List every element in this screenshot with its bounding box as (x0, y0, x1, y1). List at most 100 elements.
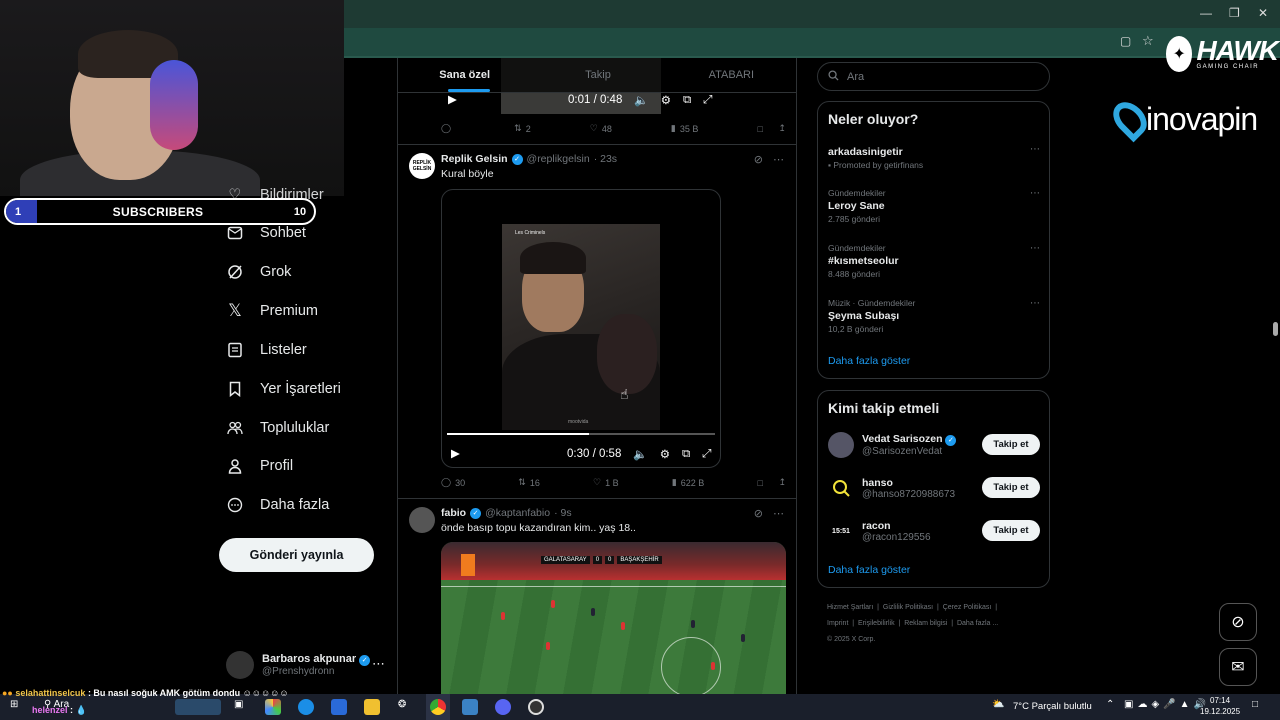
nav-item-bookmarks[interactable]: Yer İşaretleri (226, 380, 341, 398)
follow-button[interactable]: Takip et (982, 520, 1040, 541)
retweet-button[interactable]: ⇅ 2 (514, 123, 531, 134)
minimize-icon[interactable]: — (1200, 6, 1212, 20)
play-icon[interactable]: ▶ (451, 446, 460, 460)
pip-icon[interactable]: ⧉ (683, 94, 691, 107)
grok-icon[interactable]: ⊘ (754, 153, 763, 166)
tab-for-you[interactable]: Sana özel (398, 58, 531, 92)
follow-suggestion[interactable]: Vedat Sarisozen ✓ @SarisozenVedat Takip … (828, 428, 1040, 462)
avatar[interactable] (409, 507, 435, 533)
account-more-icon[interactable]: ⋯ (372, 656, 385, 672)
notification-icon[interactable]: □ (1252, 699, 1258, 710)
nav-item-chat[interactable]: Sohbet (226, 224, 306, 242)
pip-icon[interactable]: ⧉ (682, 448, 690, 461)
nav-item-grok[interactable]: Grok (226, 263, 291, 281)
fullscreen-icon[interactable]: ⤢ (702, 448, 711, 461)
tweet-author-handle[interactable]: @replikgelsin (527, 153, 590, 165)
fullscreen-icon[interactable]: ⤢ (703, 94, 712, 107)
browser-address-bar[interactable]: ▢ ☆ (344, 28, 1280, 56)
tweet-video[interactable]: Les Criminels mootvida ▶ 0:30 / 0:58 🔈 ⚙… (441, 189, 721, 468)
more-icon[interactable]: ⋯ (1030, 243, 1040, 254)
like-button[interactable]: ♡ 1 B (593, 477, 619, 488)
follow-button[interactable]: Takip et (982, 477, 1040, 498)
task-view-icon[interactable]: ▣ (234, 699, 243, 710)
nav-item-communities[interactable]: Topluluklar (226, 419, 329, 437)
more-icon[interactable]: ⋯ (773, 507, 784, 520)
like-button[interactable]: ♡ 48 (590, 123, 612, 134)
trend-item[interactable]: Gündemdekiler #kısmetseolur 8.488 gönder… (828, 243, 1040, 279)
tweet-author-name[interactable]: fabio (441, 507, 466, 519)
edge-icon[interactable] (298, 699, 314, 715)
post-button[interactable]: Gönderi yayınla (219, 538, 374, 572)
trends-show-more-link[interactable]: Daha fazla göster (828, 355, 910, 367)
footer-link[interactable]: Hizmet Şartları (827, 604, 873, 611)
chrome-icon[interactable] (430, 699, 446, 715)
account-switcher[interactable]: Barbaros akpunar ✓ @Prenshydronn (226, 648, 386, 682)
tweet-time[interactable]: · 9s (554, 507, 572, 519)
footer-link[interactable]: Imprint (827, 620, 848, 627)
tab-following[interactable]: Takip (531, 58, 664, 92)
tweet-video-football[interactable]: GALATASARAY 0 0 BAŞAKŞEHİR (441, 542, 786, 694)
retweet-button[interactable]: ⇅ 16 (518, 477, 540, 488)
grok-icon[interactable]: ⊘ (754, 507, 763, 520)
nav-item-lists[interactable]: Listeler (226, 341, 307, 359)
grok-float-button[interactable]: ⊘ (1219, 603, 1257, 641)
close-icon[interactable]: ✕ (1258, 6, 1268, 20)
app-icon[interactable]: ❂ (398, 699, 406, 710)
tray-icons[interactable]: ▣☁◈🎤▲🔊 (1124, 699, 1210, 710)
footer-link[interactable]: Erişilebilirlik (858, 620, 895, 627)
app-icon[interactable] (462, 699, 478, 715)
store-icon[interactable] (331, 699, 347, 715)
footer-link[interactable]: Reklam bilgisi (904, 620, 947, 627)
who-to-follow-show-more-link[interactable]: Daha fazla göster (828, 564, 910, 576)
video-progress-bar[interactable] (447, 433, 715, 435)
settings-icon[interactable]: ⚙ (661, 93, 671, 107)
search-input[interactable]: Ara (817, 62, 1050, 91)
footer-link[interactable]: Gizlilik Politikası (883, 604, 933, 611)
tray-chevron-icon[interactable]: ⌃ (1106, 699, 1114, 710)
messages-float-button[interactable]: ✉ (1219, 648, 1257, 686)
discord-icon[interactable] (495, 699, 511, 715)
bookmark-star-icon[interactable]: ☆ (1142, 33, 1154, 49)
bookmark-icon[interactable]: □ (757, 478, 762, 488)
start-icon[interactable]: ⊞ (10, 699, 18, 710)
share-icon[interactable]: ↥ (778, 123, 786, 134)
tweet-time[interactable]: · 23s (594, 153, 617, 165)
trend-item[interactable]: Gündemdekiler Leroy Sane 2.785 gönderi ⋯ (828, 188, 1040, 224)
tab-atabari[interactable]: ATABARI (665, 58, 796, 92)
reply-button[interactable]: ◯ 30 (441, 477, 465, 488)
restore-icon[interactable]: ❐ (1229, 6, 1240, 20)
play-icon[interactable]: ▶ (448, 92, 457, 106)
avatar[interactable]: REPLİK GELSİN (409, 153, 435, 179)
more-icon[interactable]: ⋯ (1030, 144, 1040, 155)
tweet-author-name[interactable]: Replik Gelsin (441, 153, 508, 165)
more-icon[interactable]: ⋯ (1030, 298, 1040, 309)
nav-item-more[interactable]: Daha fazla (226, 496, 329, 514)
nav-item-profile[interactable]: Profil (226, 457, 293, 475)
weather-text[interactable]: 7°C Parçalı bulutlu (1013, 701, 1092, 712)
copilot-icon[interactable] (265, 699, 281, 715)
obs-icon[interactable] (528, 699, 544, 715)
clock[interactable]: 07:14 19.12.2025 (1200, 695, 1240, 717)
follow-suggestion[interactable]: 15:51 racon @racon129556 Takip et (828, 514, 1040, 548)
bookmark-icon[interactable]: □ (757, 124, 762, 134)
volume-icon[interactable]: 🔈 (634, 93, 648, 107)
more-icon[interactable]: ⋯ (1030, 188, 1040, 199)
reply-button[interactable]: ◯ (441, 123, 455, 134)
footer-link[interactable]: Daha fazla ... (957, 620, 998, 627)
share-icon[interactable]: ↥ (778, 477, 786, 488)
follow-button[interactable]: Takip et (982, 434, 1040, 455)
settings-icon[interactable]: ⚙ (660, 447, 670, 461)
follow-suggestion[interactable]: hanso @hanso8720988673 Takip et (828, 471, 1040, 505)
nav-item-premium[interactable]: 𝕏 Premium (226, 301, 318, 320)
scrollbar-thumb[interactable] (1273, 322, 1278, 336)
install-app-icon[interactable]: ▢ (1120, 34, 1131, 48)
file-explorer-icon[interactable] (364, 699, 380, 715)
volume-icon[interactable]: 🔈 (633, 447, 647, 461)
taskbar-widget-icon[interactable] (175, 699, 221, 715)
trend-item[interactable]: arkadasinigetir ▪ Promoted by getirfinan… (828, 144, 1040, 170)
more-icon[interactable]: ⋯ (773, 153, 784, 166)
footer-link[interactable]: Çerez Politikası (943, 604, 992, 611)
views-button[interactable]: ▮ 35 B (671, 123, 698, 134)
views-button[interactable]: ▮ 622 B (672, 477, 704, 488)
trend-item[interactable]: Müzik · Gündemdekiler Şeyma Subaşı 10,2 … (828, 298, 1040, 334)
